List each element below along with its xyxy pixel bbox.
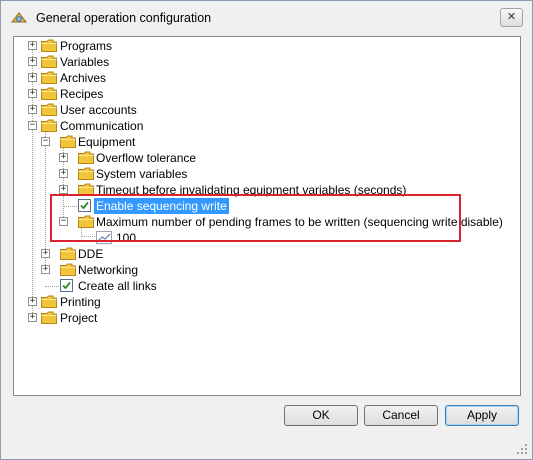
close-button[interactable]: ✕ <box>500 8 523 27</box>
tree-label: Programs <box>60 39 113 53</box>
tree-node-communication[interactable]: − Communication <box>22 118 222 134</box>
tree-label: Recipes <box>60 87 104 101</box>
tree-node-archives[interactable]: + Archives <box>22 70 222 86</box>
app-icon <box>10 12 28 23</box>
tree-label: Project <box>60 311 98 325</box>
folder-icon <box>41 55 57 68</box>
folder-icon <box>41 87 57 100</box>
tree-label: Variables <box>60 55 110 69</box>
folder-icon <box>41 311 57 324</box>
tree-label: Printing <box>60 295 101 309</box>
tree-node-programs[interactable]: + Programs <box>22 38 222 54</box>
tree-node-user-accounts[interactable]: + User accounts <box>22 102 222 118</box>
expand-icon[interactable]: + <box>59 169 68 178</box>
expand-icon[interactable]: + <box>59 153 68 162</box>
folder-icon <box>41 39 57 52</box>
expand-icon[interactable]: + <box>28 41 37 50</box>
collapse-icon[interactable]: − <box>28 121 37 130</box>
tree-node-overflow-tolerance[interactable]: + Overflow tolerance <box>58 150 358 166</box>
expand-icon[interactable]: + <box>41 249 50 258</box>
folder-icon <box>60 135 76 148</box>
tree-node-recipes[interactable]: + Recipes <box>22 86 222 102</box>
tree-label: Networking <box>78 263 139 277</box>
tree-label: Equipment <box>78 135 136 149</box>
tree-node-system-variables[interactable]: + System variables <box>58 166 358 182</box>
expand-icon[interactable]: + <box>28 57 37 66</box>
tree-label: Create all links <box>78 279 157 293</box>
apply-button[interactable]: Apply <box>445 405 519 426</box>
tree-label: System variables <box>96 167 188 181</box>
tree-label: User accounts <box>60 103 137 117</box>
title-bar[interactable]: General operation configuration ✕ <box>1 1 532 35</box>
tree-node-networking[interactable]: + Networking <box>40 262 240 278</box>
folder-icon <box>41 103 57 116</box>
tree-label: Overflow tolerance <box>96 151 197 165</box>
tree-node-project[interactable]: + Project <box>22 310 222 326</box>
tree-label: Archives <box>60 71 107 85</box>
expand-icon[interactable]: + <box>41 265 50 274</box>
tree-node-create-all-links[interactable]: Create all links <box>40 278 240 294</box>
folder-icon <box>41 71 57 84</box>
expand-icon[interactable]: + <box>59 185 68 194</box>
folder-icon <box>78 151 94 164</box>
collapse-icon[interactable]: − <box>41 137 50 146</box>
resize-grip-icon[interactable] <box>516 443 528 455</box>
folder-icon <box>41 119 57 132</box>
dialog-window: General operation configuration ✕ + Prog… <box>0 0 533 460</box>
tree-line <box>45 286 59 287</box>
tree-node-printing[interactable]: + Printing <box>22 294 222 310</box>
folder-icon <box>41 295 57 308</box>
tree-node-equipment[interactable]: − Equipment <box>40 134 240 150</box>
tree-node-variables[interactable]: + Variables <box>22 54 222 70</box>
expand-icon[interactable]: + <box>28 313 37 322</box>
checkbox-icon[interactable] <box>60 279 73 292</box>
folder-icon <box>60 247 76 260</box>
expand-icon[interactable]: + <box>28 73 37 82</box>
tree-label: Communication <box>60 119 144 133</box>
tree-node-dde[interactable]: + DDE <box>40 246 240 262</box>
ok-button[interactable]: OK <box>284 405 358 426</box>
folder-icon <box>78 167 94 180</box>
expand-icon[interactable]: + <box>28 105 37 114</box>
window-title: General operation configuration <box>36 11 212 25</box>
annotation-highlight-box <box>50 194 461 242</box>
expand-icon[interactable]: + <box>28 297 37 306</box>
expand-icon[interactable]: + <box>28 89 37 98</box>
tree-label: DDE <box>78 247 104 261</box>
cancel-button[interactable]: Cancel <box>364 405 438 426</box>
folder-icon <box>60 263 76 276</box>
